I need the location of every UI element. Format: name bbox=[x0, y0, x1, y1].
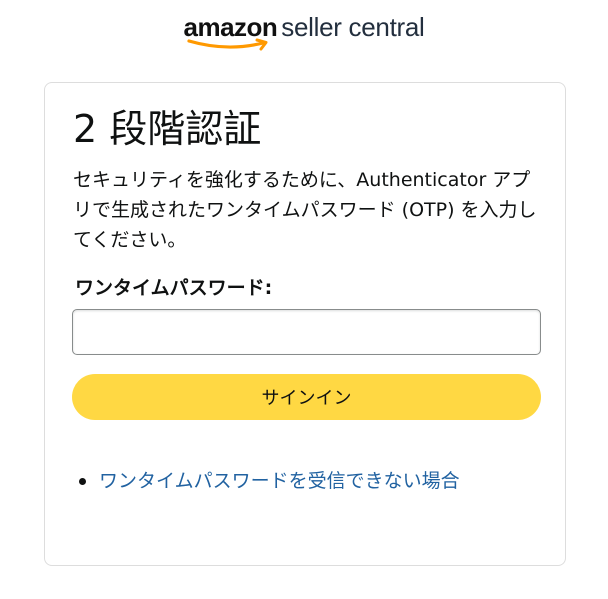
logo-wordmark: amazon seller central bbox=[183, 12, 425, 51]
logo-product-text: seller central bbox=[281, 12, 425, 42]
bullet-icon bbox=[79, 478, 86, 485]
help-links-list: ワンタイムパスワードを受信できない場合 bbox=[79, 467, 460, 495]
otp-label: ワンタイムパスワード: bbox=[75, 277, 273, 299]
two-step-verification-card: 2 段階認証 セキュリティを強化するために、Authenticator アプリで… bbox=[44, 82, 566, 566]
instruction-text: セキュリティを強化するために、Authenticator アプリで生成されたワン… bbox=[73, 169, 537, 251]
amazon-smile-icon bbox=[187, 38, 268, 51]
otp-input[interactable] bbox=[72, 309, 541, 355]
list-item: ワンタイムパスワードを受信できない場合 bbox=[79, 467, 460, 495]
sign-in-button[interactable]: サインイン bbox=[72, 374, 541, 420]
otp-not-received-link[interactable]: ワンタイムパスワードを受信できない場合 bbox=[99, 470, 460, 492]
page-title: 2 段階認証 bbox=[73, 107, 262, 151]
amazon-seller-central-logo: amazon seller central bbox=[0, 12, 608, 52]
